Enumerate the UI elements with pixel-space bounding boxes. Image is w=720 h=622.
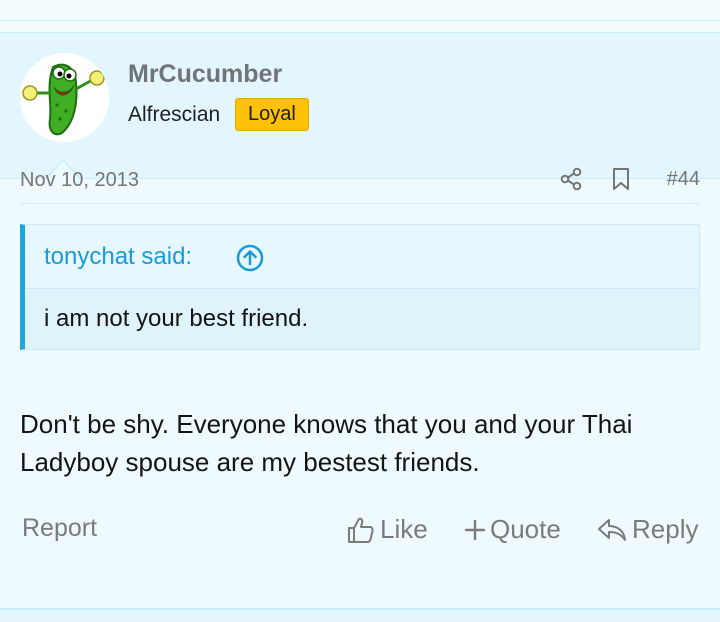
user-badge: Loyal xyxy=(235,98,309,131)
quote-block: tonychat said: i am not your best friend… xyxy=(20,224,700,350)
plus-icon xyxy=(464,519,486,540)
like-button[interactable]: Like xyxy=(346,514,428,545)
previous-post-edge xyxy=(0,0,720,21)
quote-text: i am not your best friend. xyxy=(44,305,309,332)
share-icon[interactable] xyxy=(560,167,582,191)
post-meta: Nov 10, 2013 #44 xyxy=(20,165,700,204)
quote-label: Quote xyxy=(490,514,561,544)
post-message: Don't be shy. Everyone knows that you an… xyxy=(20,409,633,477)
bookmark-icon[interactable] xyxy=(612,167,630,191)
reply-button[interactable]: Reply xyxy=(596,514,698,545)
post-actions: Report Like Quote Reply xyxy=(20,512,700,548)
reply-arrow-icon xyxy=(598,518,626,541)
arrow-up-circle-icon[interactable] xyxy=(236,244,264,272)
user-avatar[interactable] xyxy=(20,53,109,142)
like-label: Like xyxy=(380,514,428,544)
reply-label: Reply xyxy=(632,514,699,544)
user-title: Alfrescian xyxy=(128,103,221,126)
quote-author[interactable]: tonychat said: xyxy=(44,243,192,271)
post-date[interactable]: Nov 10, 2013 xyxy=(20,169,139,192)
thumbs-up-icon xyxy=(348,517,374,543)
cucumber-mascot-icon xyxy=(20,53,109,142)
report-button[interactable]: Report xyxy=(22,514,97,543)
username[interactable]: MrCucumber xyxy=(128,60,282,89)
post-number[interactable]: #44 xyxy=(667,168,700,191)
quote-header: tonychat said: xyxy=(25,225,699,289)
quote-button[interactable]: Quote xyxy=(464,514,561,545)
user-block: MrCucumber Alfrescian Loyal xyxy=(0,33,720,179)
